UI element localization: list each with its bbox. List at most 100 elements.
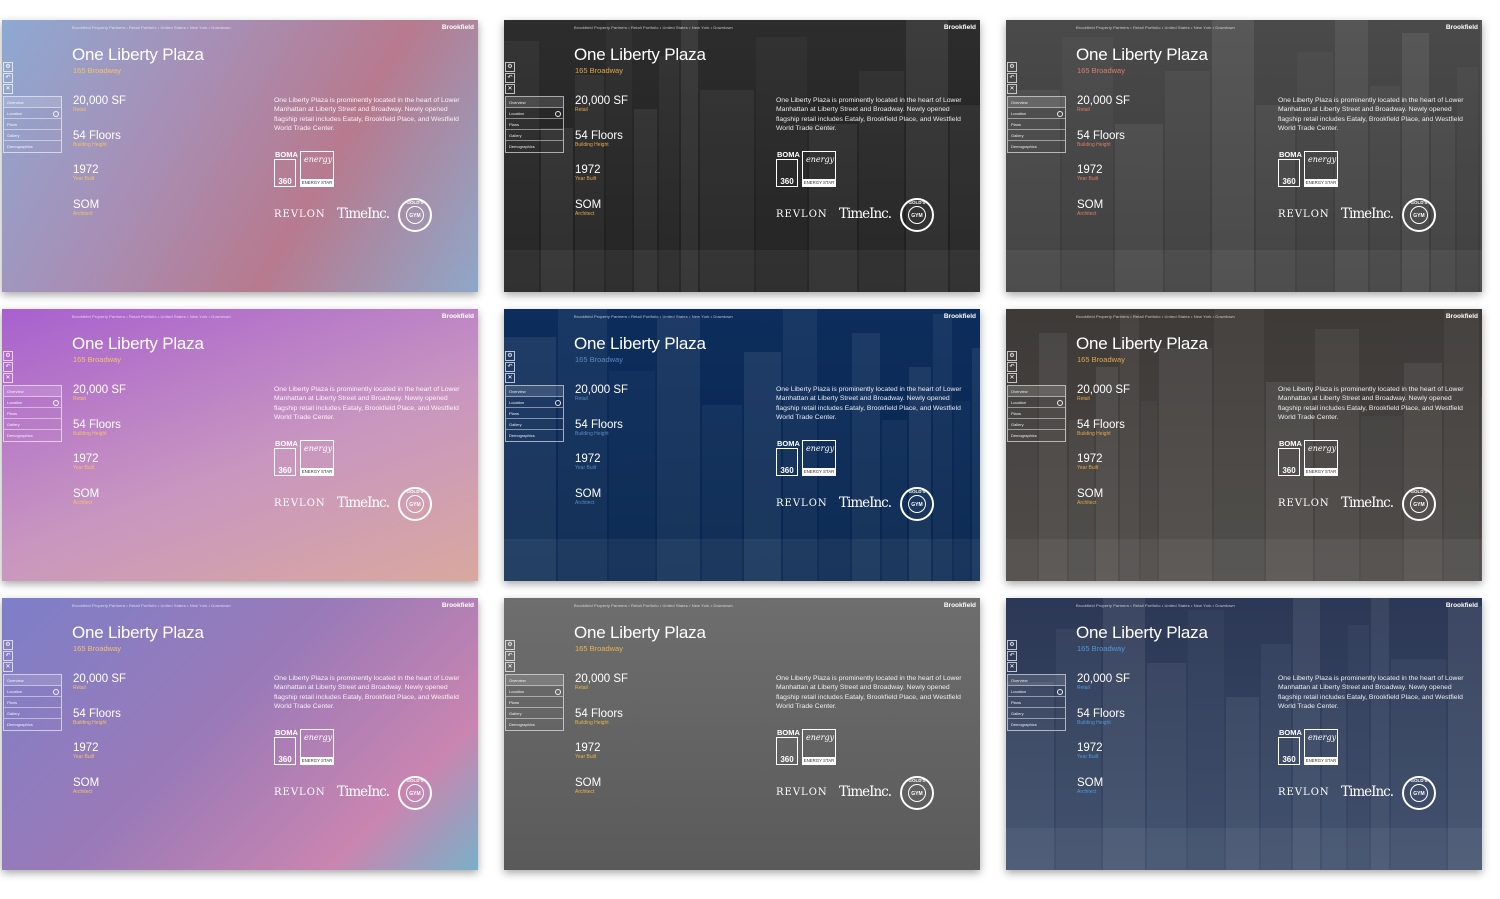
stat-label: Architect: [575, 500, 595, 506]
nav-plans[interactable]: Plans: [4, 408, 61, 419]
nav-gallery[interactable]: Gallery: [506, 708, 563, 719]
golds-text: GOLD'S: [1410, 489, 1428, 494]
nav-gallery[interactable]: Gallery: [506, 419, 563, 430]
nav-plans[interactable]: Plans: [1008, 119, 1065, 130]
breadcrumb[interactable]: Brookfield Property Partners • Retail Po…: [1076, 25, 1235, 30]
energy-star-logo: energy ENERGY STAR: [1304, 729, 1338, 765]
nav-location[interactable]: Location: [506, 108, 563, 119]
nav-location[interactable]: Location: [1008, 108, 1065, 119]
nav-overview[interactable]: Overview: [506, 386, 563, 397]
close-icon[interactable]: ✕: [505, 373, 515, 383]
close-icon[interactable]: ✕: [1007, 373, 1017, 383]
breadcrumb[interactable]: Brookfield Property Partners • Retail Po…: [1076, 314, 1235, 319]
settings-icon[interactable]: ⚙: [505, 62, 515, 72]
nav-plans[interactable]: Plans: [506, 119, 563, 130]
side-nav: Overview Location Plans Gallery Demograp…: [1007, 385, 1066, 442]
breadcrumb[interactable]: Brookfield Property Partners • Retail Po…: [72, 314, 231, 319]
nav-gallery[interactable]: Gallery: [1008, 419, 1065, 430]
close-icon[interactable]: ✕: [505, 662, 515, 672]
breadcrumb[interactable]: Brookfield Property Partners • Retail Po…: [574, 25, 733, 30]
nav-demographics[interactable]: Demographics: [1008, 141, 1065, 152]
close-icon[interactable]: ✕: [3, 373, 13, 383]
nav-overview[interactable]: Overview: [506, 675, 563, 686]
revlon-logo: REVLON: [776, 209, 828, 220]
nav-demographics[interactable]: Demographics: [4, 430, 61, 441]
breadcrumb[interactable]: Brookfield Property Partners • Retail Po…: [72, 25, 231, 30]
back-icon[interactable]: ↶: [505, 73, 515, 83]
boma-number: 360: [278, 177, 292, 186]
back-icon[interactable]: ↶: [505, 651, 515, 661]
nav-location[interactable]: Location: [506, 686, 563, 697]
revlon-logo: REVLON: [1278, 787, 1330, 798]
nav-location[interactable]: Location: [1008, 397, 1065, 408]
target-icon: [53, 689, 59, 695]
stat-label: Building Height: [575, 431, 609, 437]
back-icon[interactable]: ↶: [3, 651, 13, 661]
nav-demographics[interactable]: Demographics: [506, 141, 563, 152]
side-nav: Overview Location Plans Gallery Demograp…: [505, 674, 564, 731]
settings-icon[interactable]: ⚙: [1007, 640, 1017, 650]
nav-overview[interactable]: Overview: [4, 386, 61, 397]
settings-icon[interactable]: ⚙: [3, 351, 13, 361]
nav-demographics[interactable]: Demographics: [4, 719, 61, 730]
nav-plans[interactable]: Plans: [4, 119, 61, 130]
stat-value: 20,000 SF: [1077, 384, 1131, 396]
close-icon[interactable]: ✕: [505, 84, 515, 94]
nav-overview[interactable]: Overview: [4, 675, 61, 686]
boma-number: 360: [780, 177, 794, 186]
energy-star-logo: energy ENERGY STAR: [300, 440, 334, 476]
back-icon[interactable]: ↶: [1007, 651, 1017, 661]
nav-demographics[interactable]: Demographics: [506, 430, 563, 441]
nav-overview[interactable]: Overview: [1008, 97, 1065, 108]
nav-plans[interactable]: Plans: [1008, 697, 1065, 708]
nav-overview[interactable]: Overview: [1008, 386, 1065, 397]
nav-gallery[interactable]: Gallery: [1008, 708, 1065, 719]
nav-overview[interactable]: Overview: [1008, 675, 1065, 686]
back-icon[interactable]: ↶: [3, 362, 13, 372]
nav-location[interactable]: Location: [4, 686, 61, 697]
settings-icon[interactable]: ⚙: [505, 640, 515, 650]
nav-location[interactable]: Location: [4, 397, 61, 408]
nav-plans[interactable]: Plans: [506, 408, 563, 419]
nav-gallery[interactable]: Gallery: [1008, 130, 1065, 141]
breadcrumb[interactable]: Brookfield Property Partners • Retail Po…: [1076, 603, 1235, 608]
breadcrumb[interactable]: Brookfield Property Partners • Retail Po…: [72, 603, 231, 608]
boma-logo: BOMA 360: [776, 439, 800, 476]
back-icon[interactable]: ↶: [505, 362, 515, 372]
nav-gallery[interactable]: Gallery: [506, 130, 563, 141]
settings-icon[interactable]: ⚙: [1007, 62, 1017, 72]
nav-location[interactable]: Location: [4, 108, 61, 119]
nav-plans[interactable]: Plans: [506, 697, 563, 708]
close-icon[interactable]: ✕: [3, 662, 13, 672]
nav-demographics[interactable]: Demographics: [4, 141, 61, 152]
boma-number: 360: [1282, 755, 1296, 764]
nav-overview[interactable]: Overview: [4, 97, 61, 108]
nav-demographics[interactable]: Demographics: [1008, 719, 1065, 730]
back-icon[interactable]: ↶: [3, 73, 13, 83]
target-icon: [555, 689, 561, 695]
nav-location[interactable]: Location: [506, 397, 563, 408]
nav-gallery[interactable]: Gallery: [4, 130, 61, 141]
page-title: One Liberty Plaza: [1076, 334, 1208, 353]
nav-demographics[interactable]: Demographics: [1008, 430, 1065, 441]
breadcrumb[interactable]: Brookfield Property Partners • Retail Po…: [574, 603, 733, 608]
nav-plans[interactable]: Plans: [1008, 408, 1065, 419]
stat-area: 20,000 SF Retail: [575, 673, 628, 691]
tenant-logos: REVLON TimeInc. GOLD'S GYM: [274, 487, 444, 523]
nav-demographics[interactable]: Demographics: [506, 719, 563, 730]
nav-gallery[interactable]: Gallery: [4, 419, 61, 430]
nav-plans[interactable]: Plans: [4, 697, 61, 708]
close-icon[interactable]: ✕: [3, 84, 13, 94]
settings-icon[interactable]: ⚙: [1007, 351, 1017, 361]
nav-overview[interactable]: Overview: [506, 97, 563, 108]
close-icon[interactable]: ✕: [1007, 84, 1017, 94]
settings-icon[interactable]: ⚙: [505, 351, 515, 361]
settings-icon[interactable]: ⚙: [3, 62, 13, 72]
back-icon[interactable]: ↶: [1007, 73, 1017, 83]
close-icon[interactable]: ✕: [1007, 662, 1017, 672]
nav-gallery[interactable]: Gallery: [4, 708, 61, 719]
back-icon[interactable]: ↶: [1007, 362, 1017, 372]
nav-location[interactable]: Location: [1008, 686, 1065, 697]
breadcrumb[interactable]: Brookfield Property Partners • Retail Po…: [574, 314, 733, 319]
settings-icon[interactable]: ⚙: [3, 640, 13, 650]
